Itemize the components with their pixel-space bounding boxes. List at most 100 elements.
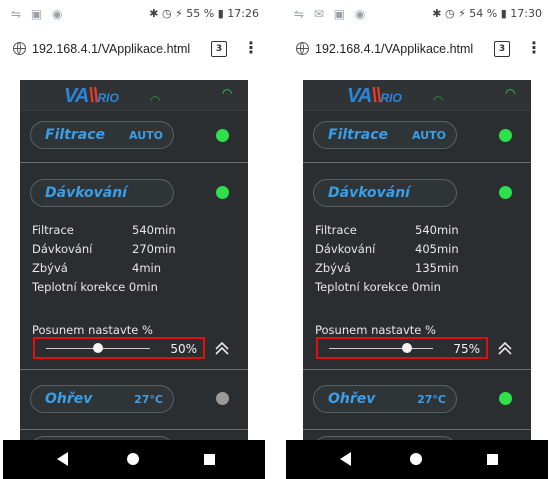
wifi-signal-icon: ◠ — [505, 86, 516, 100]
info-key: Dávkování — [32, 242, 93, 256]
wifi-icon: ◠ — [150, 93, 161, 107]
slider-value: 50% — [170, 342, 197, 356]
info-row: Dávkování 270min — [32, 240, 176, 259]
home-icon[interactable] — [410, 453, 422, 465]
status-bar: ⇋ ✉ ▣ ◉ ✱ ◷ ⚡ 54 % ▮ 17:30 — [286, 0, 548, 28]
overflow-menu-icon[interactable]: ⋮ — [243, 39, 259, 57]
app-header: VA\\RIO ◠ ◠ — [303, 80, 531, 111]
info-value: 540min — [415, 223, 459, 237]
android-nav-bar — [286, 440, 548, 479]
info-row: Dávkování 405min — [315, 240, 459, 259]
info-key: Filtrace — [315, 223, 357, 237]
vario-logo: VA\\RIO — [347, 85, 402, 107]
dosing-info-list: Filtrace 540min Dávkování 405min Zbývá 135m… — [315, 221, 459, 297]
logo-main: VA — [64, 85, 89, 107]
url-text[interactable]: 192.168.4.1/VApplikace.html — [315, 42, 473, 56]
vario-logo: VA\\RIO — [64, 85, 119, 107]
info-key: Dávkování — [315, 242, 376, 256]
davkovani-status-led — [216, 186, 229, 199]
ohrev-label: Ohřev — [45, 391, 93, 407]
status-right-info: ✱ ◷ ⚡ 54 % ▮ 17:30 — [432, 7, 542, 20]
info-key: Teplotní korekce — [315, 280, 409, 294]
filtrace-mode: AUTO — [412, 129, 446, 142]
back-icon[interactable] — [340, 452, 351, 466]
collapse-chevron-icon[interactable] — [497, 340, 513, 356]
home-icon[interactable] — [127, 453, 139, 465]
info-key: Zbývá — [32, 261, 68, 275]
overflow-menu-icon[interactable]: ⋮ — [526, 39, 542, 57]
status-right-info: ✱ ◷ ⚡ 55 % ▮ 17:26 — [149, 7, 259, 20]
filtrace-button[interactable]: Filtrace AUTO — [30, 121, 174, 149]
separator — [20, 162, 248, 163]
percent-slider[interactable]: 50% — [33, 337, 205, 359]
davkovani-button[interactable]: Dávkování — [313, 179, 457, 207]
slider-value: 75% — [453, 342, 480, 356]
ohrev-status-led — [499, 392, 512, 405]
slider-track[interactable] — [329, 348, 433, 349]
recent-apps-icon[interactable] — [204, 454, 215, 465]
separator — [303, 162, 531, 163]
browser-address-bar[interactable]: 192.168.4.1/VApplikace.html 3 ⋮ — [3, 28, 265, 73]
filtrace-mode: AUTO — [129, 129, 163, 142]
filtrace-status-led — [216, 129, 229, 142]
info-value: 405min — [415, 242, 459, 256]
ohrev-label: Ohřev — [328, 391, 376, 407]
globe-icon — [296, 42, 309, 55]
info-row: Filtrace 540min — [315, 221, 459, 240]
info-row: Teplotní korekce 0min — [32, 278, 176, 297]
browser-address-bar[interactable]: 192.168.4.1/VApplikace.html 3 ⋮ — [286, 28, 548, 73]
phone-screenshot: ⇋ ✉ ▣ ◉ ✱ ◷ ⚡ 54 % ▮ 17:30 192.168.4.1/V… — [286, 0, 548, 479]
collapse-chevron-icon[interactable] — [214, 340, 230, 356]
filtrace-label: Filtrace — [45, 127, 105, 143]
wifi-icon: ◠ — [433, 93, 444, 107]
web-content: VA\\RIO ◠ ◠ Filtrace AUTO Dávkování Filt… — [286, 72, 548, 450]
logo-sub: RIO — [380, 91, 402, 105]
info-value: 0min — [411, 280, 441, 294]
app-header: VA\\RIO ◠ ◠ — [20, 80, 248, 111]
info-value: 0min — [128, 280, 158, 294]
percent-slider[interactable]: 75% — [316, 337, 488, 359]
android-nav-bar — [3, 440, 265, 479]
slider-label: Posunem nastavte % — [32, 323, 153, 337]
info-row: Teplotní korekce 0min — [315, 278, 459, 297]
tab-switcher-button[interactable]: 3 — [494, 41, 510, 57]
separator — [20, 369, 248, 370]
separator — [303, 429, 531, 430]
slider-thumb[interactable] — [93, 343, 103, 353]
info-row: Zbývá 4min — [32, 259, 176, 278]
dosing-info-list: Filtrace 540min Dávkování 270min Zbývá 4min… — [32, 221, 176, 297]
davkovani-label: Dávkování — [45, 185, 127, 201]
tab-switcher-button[interactable]: 3 — [211, 41, 227, 57]
davkovani-status-led — [499, 186, 512, 199]
logo-main: VA — [347, 85, 372, 107]
ohrev-button[interactable]: Ohřev 27°C — [30, 385, 174, 413]
ohrev-temperature: 27°C — [417, 393, 446, 406]
separator — [303, 369, 531, 370]
recent-apps-icon[interactable] — [487, 454, 498, 465]
separator — [20, 429, 248, 430]
davkovani-button[interactable]: Dávkování — [30, 179, 174, 207]
info-key: Filtrace — [32, 223, 74, 237]
filtrace-label: Filtrace — [328, 127, 388, 143]
globe-icon — [13, 42, 26, 55]
wifi-signal-icon: ◠ — [222, 86, 233, 100]
info-row: Filtrace 540min — [32, 221, 176, 240]
info-value: 135min — [415, 261, 459, 275]
info-key: Zbývá — [315, 261, 351, 275]
status-bar: ⇋ ▣ ◉ ✱ ◷ ⚡ 55 % ▮ 17:26 — [3, 0, 265, 28]
status-left-icons: ⇋ ▣ ◉ — [11, 7, 66, 21]
app-panel: VA\\RIO ◠ ◠ Filtrace AUTO Dávkování Filt… — [20, 80, 248, 450]
url-text[interactable]: 192.168.4.1/VApplikace.html — [32, 42, 190, 56]
phone-screenshot: ⇋ ▣ ◉ ✱ ◷ ⚡ 55 % ▮ 17:26 192.168.4.1/VAp… — [3, 0, 265, 479]
info-row: Zbývá 135min — [315, 259, 459, 278]
filtrace-status-led — [499, 129, 512, 142]
status-left-icons: ⇋ ✉ ▣ ◉ — [294, 7, 369, 21]
ohrev-button[interactable]: Ohřev 27°C — [313, 385, 457, 413]
web-content: VA\\RIO ◠ ◠ Filtrace AUTO Dávkování Filt… — [3, 72, 265, 450]
logo-sub: RIO — [97, 91, 119, 105]
back-icon[interactable] — [57, 452, 68, 466]
info-value: 270min — [132, 242, 176, 256]
filtrace-button[interactable]: Filtrace AUTO — [313, 121, 457, 149]
slider-thumb[interactable] — [402, 343, 412, 353]
davkovani-label: Dávkování — [328, 185, 410, 201]
